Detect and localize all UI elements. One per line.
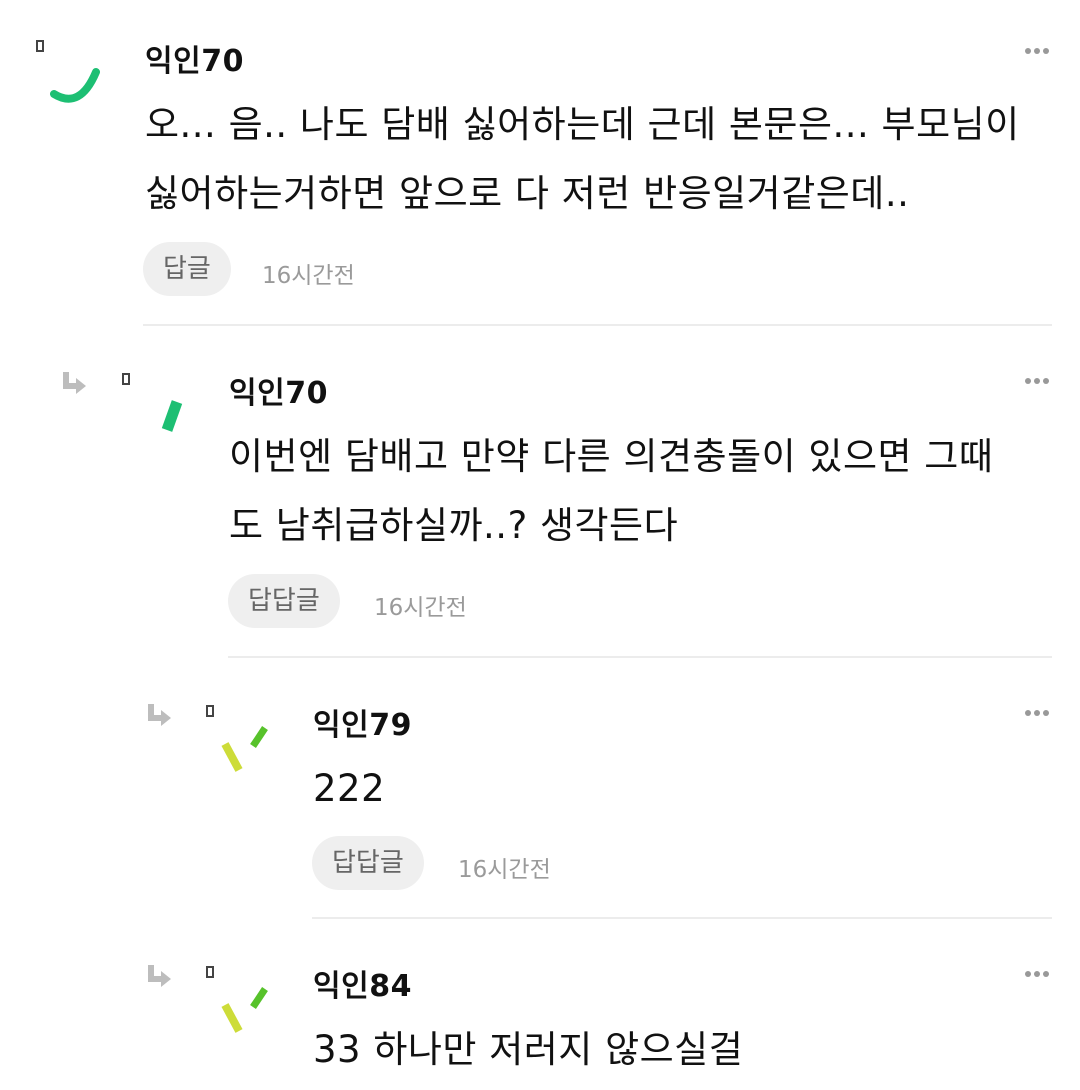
more-dots-icon[interactable] <box>1024 376 1050 386</box>
yellow-green-marks-avatar-icon[interactable] <box>205 702 275 772</box>
reply-button[interactable]: 답글 <box>143 242 231 296</box>
yellow-green-marks-avatar-icon[interactable] <box>205 963 275 1033</box>
comment-divider <box>143 324 1052 326</box>
comment-text-line: 도 남취급하실까..? 생각든다 <box>229 504 679 547</box>
reply-button[interactable]: 답답글 <box>228 574 340 628</box>
comment-text-line: 222 <box>313 767 386 810</box>
comment-timestamp: 16시간전 <box>458 857 551 883</box>
comment-text-line: 33 하나만 저러지 않으실걸 <box>313 1028 744 1071</box>
comment-text-line: 싫어하는거하면 앞으로 다 저런 반응일거같은데.. <box>145 172 910 215</box>
more-dots-icon[interactable] <box>1024 969 1050 979</box>
green-dash-avatar-icon[interactable] <box>121 370 191 440</box>
reply-arrow-icon <box>145 700 175 730</box>
comment-text: 222 <box>313 754 1053 823</box>
comment-text: 오... 음.. 나도 담배 싫어하는데 근데 본문은... 부모님이 싫어하는… <box>145 90 1065 228</box>
comment-timestamp: 16시간전 <box>374 595 467 621</box>
reply-arrow-icon <box>145 961 175 991</box>
comment-username[interactable]: 익인79 <box>313 700 412 744</box>
reply-arrow-icon <box>60 368 90 398</box>
comment-username[interactable]: 익인70 <box>145 36 244 80</box>
reply-button[interactable]: 답답글 <box>312 836 424 890</box>
more-dots-icon[interactable] <box>1024 708 1050 718</box>
comment-username[interactable]: 익인70 <box>229 368 328 412</box>
comment-timestamp: 16시간전 <box>262 263 355 289</box>
comment-text: 33 하나만 저러지 않으실걸 <box>313 1015 1053 1084</box>
comment-username[interactable]: 익인84 <box>313 961 412 1005</box>
comment-divider <box>312 917 1052 919</box>
green-arc-avatar-icon[interactable] <box>36 36 106 106</box>
comment-text: 이번엔 담배고 만약 다른 의견충돌이 있으면 그때 도 남취급하실까..? 생… <box>229 422 1069 560</box>
comment-text-line: 이번엔 담배고 만약 다른 의견충돌이 있으면 그때 <box>229 435 994 478</box>
more-dots-icon[interactable] <box>1024 46 1050 56</box>
comment-text-line: 오... 음.. 나도 담배 싫어하는데 근데 본문은... 부모님이 <box>145 103 1020 146</box>
comment-divider <box>228 656 1052 658</box>
